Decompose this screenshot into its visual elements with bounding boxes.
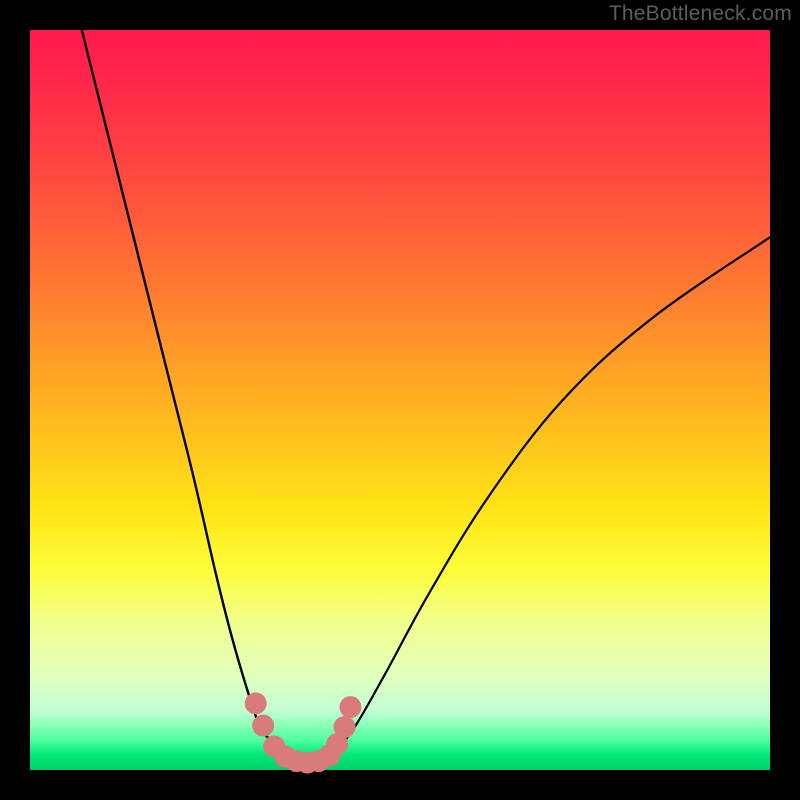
chart-frame: TheBottleneck.com	[0, 0, 800, 800]
highlight-dots	[245, 692, 362, 773]
highlight-dot	[252, 715, 274, 737]
watermark-text: TheBottleneck.com	[609, 2, 792, 26]
highlight-dot	[334, 716, 356, 738]
right-branch-line	[333, 237, 770, 755]
curve-layer	[30, 30, 770, 770]
highlight-dot	[339, 696, 361, 718]
highlight-dot	[245, 692, 267, 714]
plot-area	[30, 30, 770, 770]
left-branch-line	[82, 30, 282, 755]
